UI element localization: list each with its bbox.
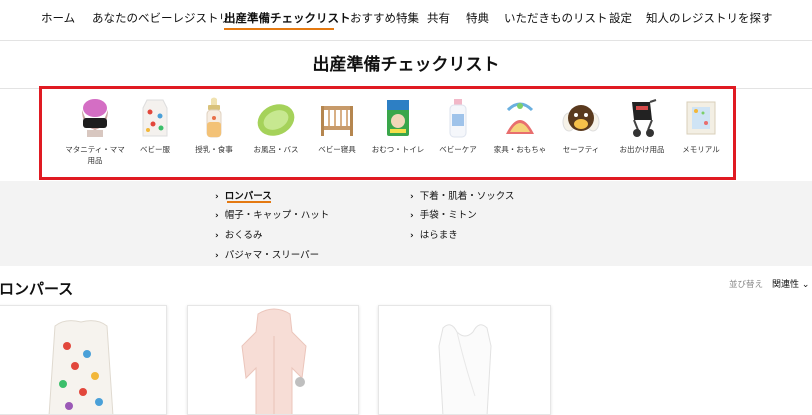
product-card[interactable]: [0, 305, 167, 415]
subcategory-label: はらまき: [419, 230, 458, 241]
subcategory-mittens[interactable]: › 手袋・ミトン: [410, 207, 477, 221]
chevron-right-icon: ›: [410, 211, 414, 221]
category-label: ベビー寝具: [318, 145, 356, 154]
nav-featured[interactable]: おすすめ特集: [350, 10, 419, 26]
category-baby-clothes[interactable]: ベビー服: [125, 96, 185, 155]
nav-share[interactable]: 共有: [427, 10, 450, 26]
category-furniture-toys[interactable]: 家具・おもちゃ: [490, 96, 550, 155]
nav-gift-list[interactable]: いただきものリスト: [504, 10, 608, 26]
category-bath[interactable]: お風呂・バス: [246, 96, 306, 155]
product-image-pink-romper: [241, 308, 307, 414]
category-feeding[interactable]: 授乳・食事: [184, 96, 244, 155]
category-label: 授乳・食事: [195, 145, 233, 154]
stroller-icon: [632, 99, 657, 137]
subcategory-pajamas[interactable]: › パジャマ・スリーパー: [215, 247, 319, 261]
category-outing[interactable]: お出かけ用品: [612, 96, 672, 155]
memorial-frame-icon: [686, 101, 716, 135]
subcategory-swaddles[interactable]: › おくるみ: [215, 227, 263, 241]
category-label: ベビーケア: [439, 145, 477, 154]
subcategory-label: 手袋・ミトン: [419, 210, 477, 221]
baby-bathtub-icon: [257, 104, 295, 136]
category-baby-care[interactable]: ベビーケア: [428, 96, 488, 155]
subcategory-rompers[interactable]: › ロンパース: [215, 188, 272, 202]
subcategory-label: 帽子・キャップ・ハット: [224, 210, 330, 221]
nav-find-registry[interactable]: 知人のレジストリを探す: [646, 10, 773, 26]
product-image-white-romper: [438, 324, 492, 414]
sort-value: 関連性: [772, 280, 800, 290]
nav-active-underline: [224, 28, 334, 30]
subcategory-label: おくるみ: [224, 230, 263, 241]
safety-cushion-icon: [562, 105, 600, 132]
chevron-right-icon: ›: [215, 192, 219, 202]
chevron-right-icon: ›: [215, 231, 219, 241]
category-diapers[interactable]: おむつ・トイレ: [368, 96, 428, 155]
category-label: メモリアル: [682, 145, 720, 154]
category-memorial[interactable]: メモリアル: [671, 96, 731, 155]
top-nav: ホーム あなたのベビーレジストリ 出産準備チェックリスト おすすめ特集 共有 特…: [0, 0, 812, 41]
nav-checklist[interactable]: 出産準備チェックリスト: [224, 10, 351, 26]
chevron-right-icon: ›: [215, 251, 219, 261]
chevron-right-icon: ›: [410, 231, 414, 241]
sort-label: 並び替え: [729, 280, 764, 290]
lotion-bottle-icon: [449, 99, 467, 138]
category-bedding[interactable]: ベビー寝具: [307, 96, 367, 155]
category-label: お出かけ用品: [619, 145, 665, 154]
subcategory-panel: [0, 181, 812, 266]
nav-home[interactable]: ホーム: [41, 10, 75, 26]
baby-crib-icon: [321, 106, 353, 136]
category-maternity[interactable]: マタニティ・ママ用品: [65, 96, 125, 166]
page-title: 出産準備チェックリスト: [312, 55, 500, 75]
baby-bouncer-icon: [506, 102, 534, 134]
nav-my-registry[interactable]: あなたのベビーレジストリ: [92, 10, 230, 26]
subcategory-active-underline: [227, 201, 271, 203]
category-label: ベビー服: [140, 145, 170, 154]
subcategory-label: 下着・肌着・ソックス: [419, 191, 515, 202]
diaper-pack-icon: [387, 100, 409, 136]
category-label: おむつ・トイレ: [371, 145, 425, 154]
product-card[interactable]: [378, 305, 551, 415]
product-card[interactable]: [187, 305, 359, 415]
category-safety[interactable]: セーフティ: [551, 96, 611, 155]
maternity-belt-icon: [82, 99, 108, 137]
subcategory-haramaki[interactable]: › はらまき: [410, 227, 458, 241]
section-title: ロンパース: [0, 280, 74, 298]
chevron-down-icon: ⌄: [801, 280, 810, 290]
sort-dropdown[interactable]: 関連性 ⌄: [772, 277, 809, 290]
nav-settings[interactable]: 設定: [609, 10, 632, 26]
subcategory-hats[interactable]: › 帽子・キャップ・ハット: [215, 207, 329, 221]
baby-clothes-icon: [142, 99, 168, 137]
subcategory-underwear[interactable]: › 下着・肌着・ソックス: [410, 188, 514, 202]
baby-bottle-icon: [206, 97, 222, 138]
nav-perks[interactable]: 特典: [466, 10, 489, 26]
subcategory-label: パジャマ・スリーパー: [224, 250, 320, 261]
category-label: マタニティ・ママ用品: [65, 145, 125, 165]
chevron-right-icon: ›: [215, 211, 219, 221]
category-label: お風呂・バス: [253, 145, 299, 154]
category-label: セーフティ: [562, 145, 600, 154]
product-image-mushroom-sleeper: [48, 320, 114, 414]
chevron-right-icon: ›: [410, 192, 414, 202]
category-label: 家具・おもちゃ: [493, 145, 547, 154]
